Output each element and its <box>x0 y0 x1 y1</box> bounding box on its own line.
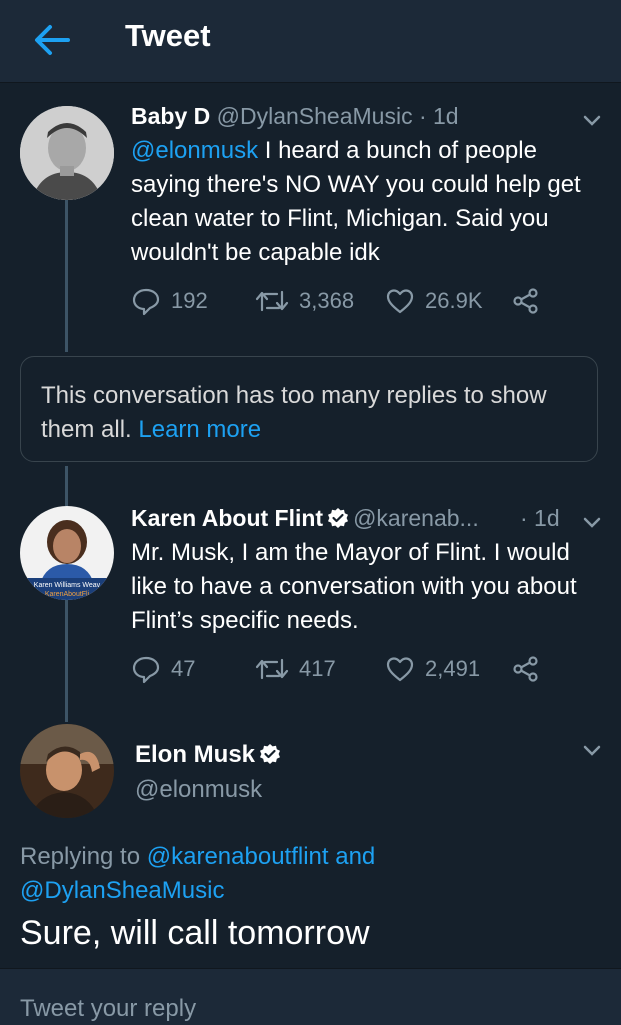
avatar[interactable]: Karen Williams Weav KarenAboutFli <box>20 506 114 600</box>
share-icon <box>513 656 538 682</box>
top-app-bar: Tweet <box>0 0 621 83</box>
reply-input[interactable] <box>20 995 580 1023</box>
retweet-icon <box>255 658 289 680</box>
tweet-text: @elonmusk I heard a bunch of people sayi… <box>131 134 601 270</box>
retweet-count: 3,368 <box>299 288 355 313</box>
mention-link[interactable]: @DylanSheaMusic <box>20 877 224 904</box>
main-tweet-text: Sure, will call tomorrow <box>20 914 370 952</box>
retweet-icon <box>255 290 289 312</box>
like-count: 26.9K <box>425 288 483 313</box>
too-many-replies-notice: This conversation has too many replies t… <box>20 356 598 462</box>
reply-icon <box>132 288 160 316</box>
chevron-down-icon[interactable] <box>580 108 604 132</box>
thread-connector <box>65 598 68 722</box>
heart-icon <box>386 289 414 314</box>
reply-button[interactable]: 47 <box>131 654 195 684</box>
notice-text: This conversation has too many replies t… <box>41 382 547 443</box>
author-name-row: Elon Musk <box>135 741 285 772</box>
tweet-text: Mr. Musk, I am the Mayor of Flint. I wou… <box>131 539 577 634</box>
retweet-button[interactable]: 417 <box>255 654 336 684</box>
chevron-down-icon[interactable] <box>580 738 604 762</box>
thread-connector <box>65 200 68 352</box>
verified-badge-icon <box>259 743 281 772</box>
mention-link[interactable]: @elonmusk <box>131 137 258 164</box>
tweet-time: · 1d <box>418 103 459 129</box>
retweet-button[interactable]: 3,368 <box>255 286 354 316</box>
like-count: 2,491 <box>425 656 481 681</box>
back-arrow-icon[interactable] <box>30 18 74 62</box>
author-name[interactable]: Elon Musk <box>135 741 255 768</box>
tweet-header: Karen About Flint @karenab... <box>131 505 479 535</box>
replying-and[interactable]: and <box>329 843 375 870</box>
tweet-actions: 47 417 2,491 <box>131 654 611 686</box>
chevron-down-icon[interactable] <box>580 510 604 534</box>
learn-more-link[interactable]: Learn more <box>138 416 261 443</box>
tweet-actions: 192 3,368 26.9K <box>131 286 611 318</box>
avatar-caption: Karen Williams Weav <box>34 582 101 589</box>
replying-prefix: Replying to <box>20 843 147 870</box>
share-button[interactable] <box>511 654 541 684</box>
author-handle[interactable]: @elonmusk <box>135 776 262 804</box>
reply-bar <box>0 968 621 1025</box>
heart-icon <box>386 657 414 682</box>
like-button[interactable]: 26.9K <box>385 286 483 316</box>
tweet-time: · 1d <box>520 505 560 531</box>
author-handle[interactable]: @DylanSheaMusic <box>217 103 413 129</box>
like-button[interactable]: 2,491 <box>385 654 480 684</box>
avatar-caption: KarenAboutFli <box>45 591 90 598</box>
mention-link[interactable]: @karenaboutflint <box>147 843 329 870</box>
page-title: Tweet <box>125 18 211 53</box>
author-handle[interactable]: @karenab... <box>353 505 479 531</box>
avatar[interactable] <box>20 724 114 818</box>
author-name[interactable]: Baby D <box>131 103 210 129</box>
share-button[interactable] <box>511 286 541 316</box>
reply-icon <box>132 656 160 684</box>
tweet-time-wrap: · 1d <box>520 505 560 532</box>
replying-to: Replying to @karenaboutflint and @DylanS… <box>20 840 375 908</box>
retweet-count: 417 <box>299 656 336 681</box>
reply-button[interactable]: 192 <box>131 286 208 316</box>
tweet-header: Baby D @DylanSheaMusic · 1d <box>131 103 459 130</box>
thread-connector <box>65 466 68 506</box>
verified-badge-icon <box>327 507 349 535</box>
avatar[interactable] <box>20 106 114 200</box>
reply-count: 47 <box>171 656 196 681</box>
author-name[interactable]: Karen About Flint <box>131 505 323 531</box>
share-icon <box>513 288 538 314</box>
reply-count: 192 <box>171 288 208 313</box>
